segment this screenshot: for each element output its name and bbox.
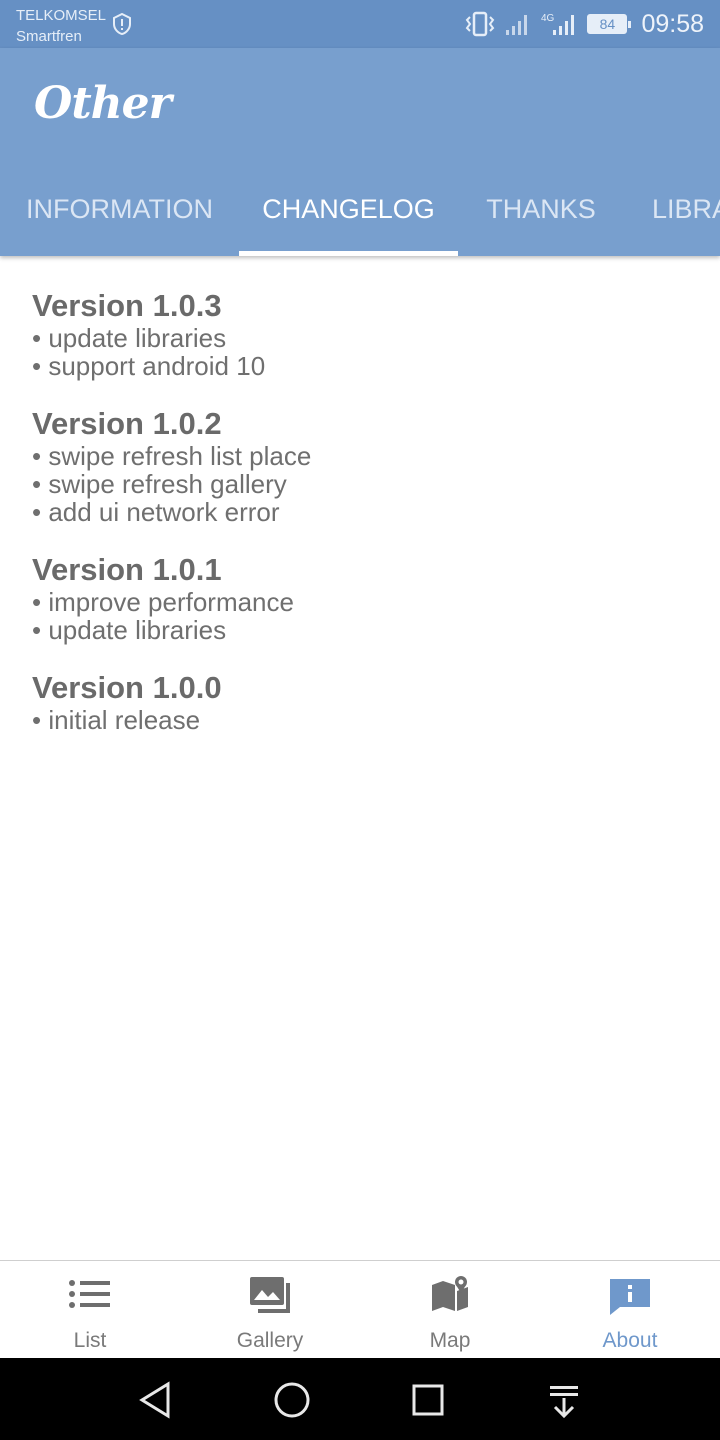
release-note: • initial release	[32, 705, 201, 735]
back-icon[interactable]	[134, 1378, 178, 1422]
page-title: Other	[34, 78, 172, 129]
carrier-info: TELKOMSEL Smartfren	[16, 5, 106, 47]
notification-pulldown-icon[interactable]	[542, 1378, 586, 1422]
carrier-name-secondary: Smartfren	[16, 28, 82, 45]
battery-level: 84	[599, 16, 616, 32]
vibrate-icon	[466, 11, 495, 37]
tab-indicator	[239, 251, 458, 256]
map-icon	[432, 1276, 468, 1311]
release-note: • improve performance	[32, 587, 294, 617]
list-icon	[69, 1280, 110, 1308]
nav-label-gallery: Gallery	[236, 1329, 304, 1352]
changelog-list: Version 1.0.3 • update libraries • suppo…	[32, 288, 692, 760]
nav-item-list[interactable]: List	[0, 1261, 180, 1359]
shield-icon	[113, 13, 131, 35]
tab-thanks[interactable]: THANKS	[458, 168, 624, 256]
release-note: • swipe refresh gallery	[32, 469, 287, 499]
release-version: Version 1.0.2	[32, 406, 222, 441]
changelog-entry: Version 1.0.3 • update libraries • suppo…	[32, 288, 692, 380]
nav-label-map: Map	[429, 1329, 471, 1352]
nav-item-map[interactable]: Map	[360, 1261, 540, 1359]
status-bar: TELKOMSEL Smartfren 4G 84 09:58	[0, 0, 720, 48]
changelog-entry: Version 1.0.0 • initial release	[32, 670, 692, 734]
carrier-name-primary: TELKOMSEL	[16, 7, 107, 24]
changelog-entry: Version 1.0.2 • swipe refresh list place…	[32, 406, 692, 526]
release-version: Version 1.0.3	[32, 288, 222, 323]
nav-item-about[interactable]: About	[540, 1261, 720, 1359]
gallery-icon	[250, 1277, 290, 1313]
bottom-navigation: List Gallery Map About	[0, 1260, 720, 1358]
release-note: • swipe refresh list place	[32, 441, 312, 471]
signal-icon	[506, 15, 528, 35]
release-version: Version 1.0.0	[32, 670, 222, 705]
nav-label-list: List	[73, 1329, 107, 1352]
tab-changelog[interactable]: CHANGELOG	[239, 168, 458, 256]
release-note: • update libraries	[32, 323, 227, 353]
tab-libraries[interactable]: LIBRA	[652, 168, 720, 256]
changelog-entry: Version 1.0.1 • improve performance • up…	[32, 552, 692, 644]
home-icon[interactable]	[270, 1378, 314, 1422]
nav-item-gallery[interactable]: Gallery	[180, 1261, 360, 1359]
release-note: • support android 10	[32, 351, 266, 381]
release-note: • update libraries	[32, 615, 227, 645]
system-navigation-bar	[0, 1358, 720, 1440]
app-bar: Other INFORMATION CHANGELOG THANKS LIBRA	[0, 48, 720, 256]
signal-4g-icon: 4G	[541, 13, 575, 35]
nav-label-about: About	[602, 1329, 658, 1352]
recents-icon[interactable]	[406, 1378, 450, 1422]
info-chat-icon	[610, 1279, 650, 1315]
status-clock: 09:58	[641, 9, 704, 38]
battery-icon: 84	[587, 14, 632, 34]
release-version: Version 1.0.1	[32, 552, 222, 587]
tab-information[interactable]: INFORMATION	[0, 168, 239, 256]
network-type-label: 4G	[541, 13, 555, 24]
release-note: • add ui network error	[32, 497, 280, 527]
tab-bar: INFORMATION CHANGELOG THANKS LIBRA	[0, 168, 720, 256]
